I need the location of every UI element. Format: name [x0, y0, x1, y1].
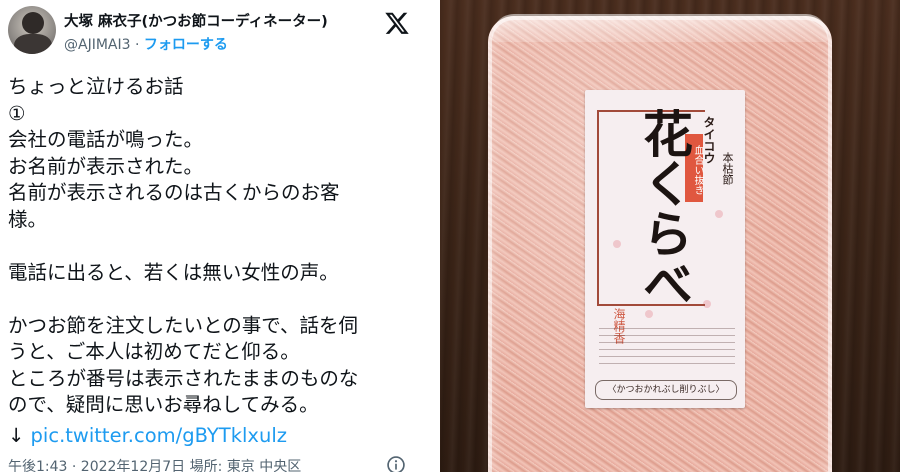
media-link[interactable]: ↓ pic.twitter.com/gBYTklxulz	[8, 424, 287, 447]
user-handle[interactable]: @AJIMAI3	[64, 37, 131, 53]
tweet-line: 様。	[8, 207, 48, 231]
tweet-line: お名前が表示された。	[8, 154, 204, 178]
tweet-body: ちょっと泣けるお話 ① 会社の電話が鳴った。 お名前が表示された。 名前が表示さ…	[8, 74, 426, 419]
product-photo[interactable]: タイコウ 本枯節 血合い抜き 花くらべ 海精香 〈かつおかれぶし削りぶし〉	[440, 0, 900, 472]
down-arrow-icon: ↓	[8, 424, 25, 447]
follow-button[interactable]: フォローする	[144, 37, 228, 53]
info-icon[interactable]	[386, 455, 406, 472]
label-footer: 〈かつおかれぶし削りぶし〉	[595, 380, 737, 400]
tweet-line: ちょっと泣けるお話	[8, 75, 184, 98]
label-blurb	[599, 328, 735, 370]
tweet-line: ①	[8, 101, 26, 125]
tweet-line: かつお節を注文したいとの事で、話を伺	[8, 313, 359, 337]
label-subbrand: 本枯節	[721, 152, 734, 185]
display-name[interactable]: 大塚 麻衣子(かつお節コーディネーター)	[64, 10, 328, 31]
tweet-line-break	[8, 286, 426, 313]
tweet-line: 名前が表示されるのは古くからのお客	[8, 181, 340, 204]
tweet-line: ところが番号は表示されたままのものな	[8, 366, 359, 390]
bag-seal	[492, 14, 828, 42]
avatar[interactable]	[8, 6, 56, 54]
tweet-line: 電話に出ると、若くは無い女性の声。	[8, 260, 339, 284]
x-logo-icon[interactable]	[384, 10, 410, 36]
timestamp-location[interactable]: 午後1:43 · 2022年12月7日 場所: 東京 中央区	[8, 456, 301, 472]
tweet-card: 大塚 麻衣子(かつお節コーディネーター) @AJIMAI3 · フォローする ち…	[0, 0, 430, 472]
tweet-line: うと、ご本人は初めてだと仰る。	[8, 340, 300, 363]
tweet-line-break	[8, 233, 426, 260]
tweet-line: 会社の電話が鳴った。	[8, 128, 204, 151]
tweet-line: ので、疑問に思いお尋ねしてみる。	[8, 393, 319, 416]
handle-separator: ·	[130, 37, 144, 53]
label-product-name: 花くらべ	[635, 108, 694, 308]
product-label: タイコウ 本枯節 血合い抜き 花くらべ 海精香 〈かつおかれぶし削りぶし〉	[585, 90, 745, 408]
media-link-text[interactable]: pic.twitter.com/gBYTklxulz	[31, 424, 287, 447]
handle-row: @AJIMAI3 · フォローする	[64, 34, 228, 54]
